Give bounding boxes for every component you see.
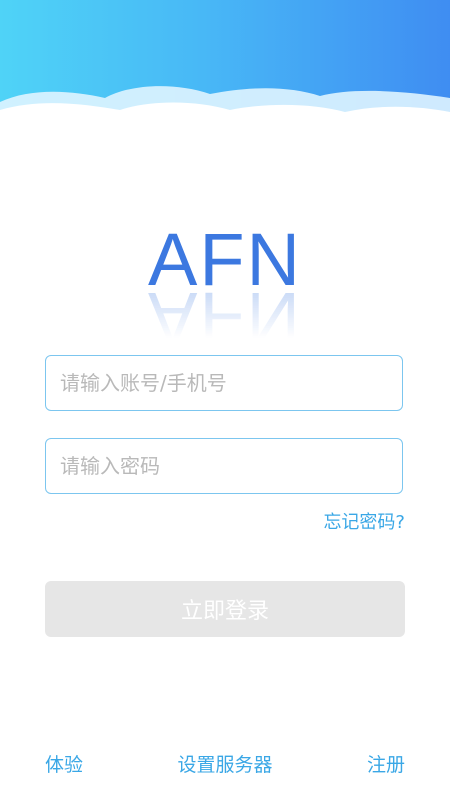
server-settings-label[interactable]: 设置服务器 <box>177 754 272 776</box>
logo: AFN AFN <box>0 220 450 361</box>
account-field[interactable] <box>45 355 403 411</box>
account-input[interactable] <box>46 356 402 410</box>
register-link[interactable]: 注册 <box>367 750 405 777</box>
password-input[interactable] <box>46 439 402 493</box>
clouds-decoration <box>0 86 450 150</box>
logo-reflection: AFN <box>148 277 302 360</box>
login-button[interactable]: 立即登录 <box>45 581 405 637</box>
forgot-password-link[interactable]: 忘记密码? <box>323 508 405 534</box>
password-field[interactable] <box>45 438 403 494</box>
login-screen: AFN AFN 忘记密码? 立即登录 体验 设置服务器 注册 <box>0 0 450 800</box>
